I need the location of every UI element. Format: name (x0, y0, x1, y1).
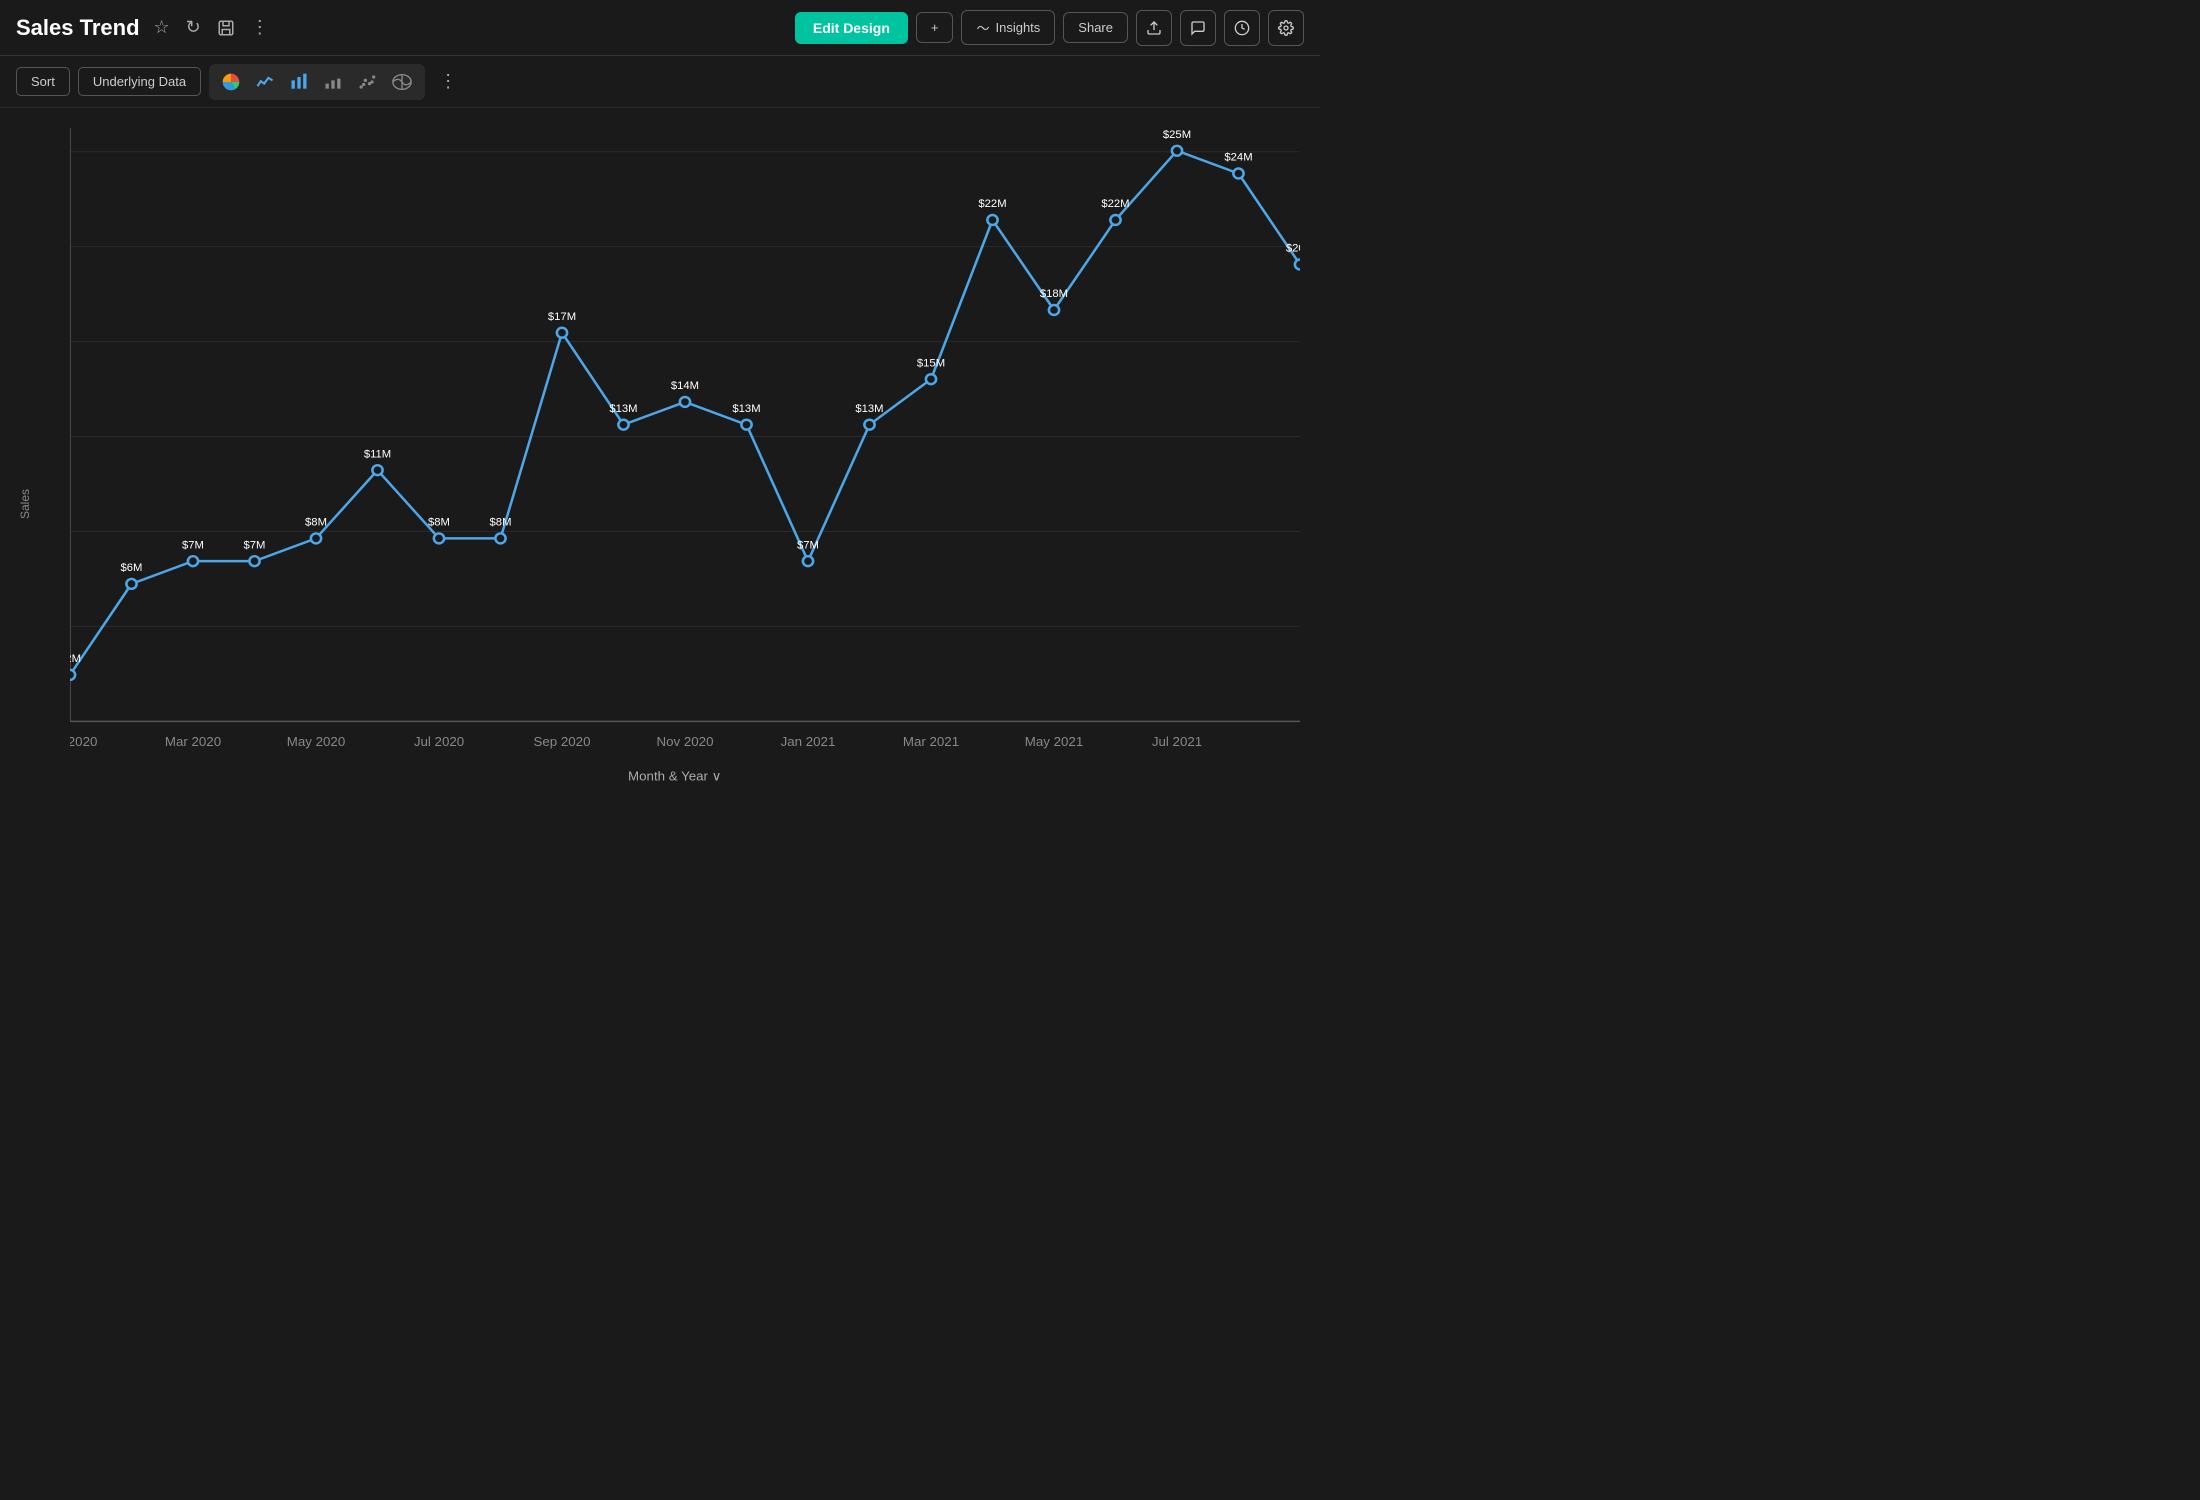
settings-button[interactable] (1268, 10, 1304, 46)
svg-text:Jan 2021: Jan 2021 (781, 734, 836, 749)
data-point[interactable] (434, 533, 444, 543)
favorite-button[interactable]: ☆ (150, 13, 174, 42)
svg-text:$22M: $22M (1101, 198, 1129, 210)
svg-text:Mar 2020: Mar 2020 (165, 734, 221, 749)
header: Sales Trend ☆ ↻ ⋮ Edit Design + 〜 Insigh… (0, 0, 1320, 56)
data-point[interactable] (495, 533, 505, 543)
data-point[interactable] (1233, 169, 1243, 179)
header-left: Sales Trend ☆ ↻ ⋮ (16, 13, 273, 42)
data-point[interactable] (741, 420, 751, 430)
insights-icon: 〜 (976, 18, 989, 37)
plus-icon: + (931, 20, 939, 35)
svg-text:$7M: $7M (244, 539, 266, 551)
add-button[interactable]: + (916, 12, 954, 43)
svg-text:$15M: $15M (917, 357, 945, 369)
export-button[interactable] (1136, 10, 1172, 46)
svg-text:$14M: $14M (671, 380, 699, 392)
chart-type-scatter-button[interactable] (351, 68, 383, 96)
chart-type-pie-button[interactable] (215, 68, 247, 96)
chart-type-bar-button[interactable] (283, 68, 315, 96)
svg-text:$24M: $24M (1224, 152, 1252, 164)
svg-text:$13M: $13M (609, 403, 637, 415)
svg-text:$18M: $18M (1040, 288, 1068, 300)
save-button[interactable] (213, 15, 239, 41)
data-point[interactable] (70, 670, 75, 680)
data-point[interactable] (249, 556, 259, 566)
svg-text:$8M: $8M (428, 517, 450, 529)
header-right: Edit Design + 〜 Insights Share (795, 10, 1304, 46)
refresh-button[interactable]: ↻ (182, 13, 205, 42)
svg-text:$20M: $20M (1286, 243, 1300, 255)
svg-text:$8M: $8M (305, 517, 327, 529)
more-chart-options-button[interactable]: ⋮ (433, 67, 463, 96)
share-button[interactable]: Share (1063, 12, 1128, 43)
toolbar: Sort Underlying Data (0, 56, 1320, 108)
svg-text:$13M: $13M (732, 403, 760, 415)
data-point[interactable] (126, 579, 136, 589)
data-point[interactable] (188, 556, 198, 566)
data-point[interactable] (864, 420, 874, 430)
svg-text:Month & Year ∨: Month & Year ∨ (628, 769, 721, 784)
data-point[interactable] (1172, 146, 1182, 156)
data-point[interactable] (618, 420, 628, 430)
data-point[interactable] (803, 556, 813, 566)
svg-text:Jul 2021: Jul 2021 (1152, 734, 1202, 749)
chart-type-stacked-button[interactable] (317, 68, 349, 96)
chart-area: Sales $0M $4M $8M $12M $16M $20M $24M (0, 108, 1320, 900)
underlying-data-button[interactable]: Underlying Data (78, 67, 201, 96)
svg-text:$13M: $13M (855, 403, 883, 415)
data-point[interactable] (987, 215, 997, 225)
svg-text:$2M: $2M (70, 653, 81, 665)
data-point[interactable] (372, 465, 382, 475)
svg-text:$7M: $7M (182, 539, 204, 551)
comment-button[interactable] (1180, 10, 1216, 46)
svg-text:Jul 2020: Jul 2020 (414, 734, 464, 749)
chart-type-group (209, 64, 425, 100)
svg-text:Sep 2020: Sep 2020 (534, 734, 591, 749)
data-point[interactable] (1110, 215, 1120, 225)
schedule-button[interactable] (1224, 10, 1260, 46)
data-point[interactable] (557, 328, 567, 338)
svg-text:$6M: $6M (121, 562, 143, 574)
svg-text:$25M: $25M (1163, 129, 1191, 141)
chart-svg-container: $0M $4M $8M $12M $16M $20M $24M $2M $6M (70, 128, 1300, 840)
sort-button[interactable]: Sort (16, 67, 70, 96)
data-point[interactable] (680, 397, 690, 407)
y-axis-label: Sales (18, 489, 32, 519)
svg-text:Mar 2021: Mar 2021 (903, 734, 959, 749)
data-point[interactable] (311, 533, 321, 543)
svg-text:May 2021: May 2021 (1025, 734, 1083, 749)
svg-text:$11M: $11M (364, 448, 391, 460)
svg-text:$22M: $22M (978, 198, 1006, 210)
svg-text:$17M: $17M (548, 311, 576, 323)
svg-text:$8M: $8M (490, 517, 512, 529)
page-title: Sales Trend (16, 15, 140, 41)
data-point[interactable] (926, 374, 936, 384)
svg-text:$7M: $7M (797, 539, 819, 551)
edit-design-button[interactable]: Edit Design (795, 12, 908, 44)
chart-type-map-button[interactable] (385, 68, 419, 96)
chart-type-line-button[interactable] (249, 68, 281, 96)
svg-text:Nov 2020: Nov 2020 (657, 734, 714, 749)
insights-button[interactable]: 〜 Insights (961, 10, 1055, 45)
more-options-button[interactable]: ⋮ (247, 13, 273, 42)
svg-text:Jan 2020: Jan 2020 (70, 734, 97, 749)
svg-text:May 2020: May 2020 (287, 734, 345, 749)
chart-line (70, 151, 1300, 675)
data-point[interactable] (1049, 305, 1059, 315)
header-icons: ☆ ↻ ⋮ (150, 13, 273, 42)
data-point[interactable] (1295, 260, 1300, 270)
